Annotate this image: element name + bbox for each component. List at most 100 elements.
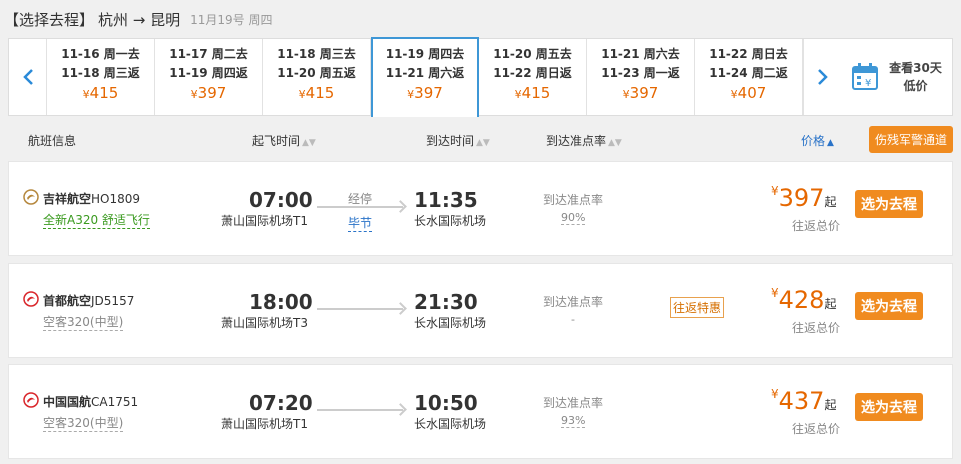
date-price: ¥415 xyxy=(479,83,586,105)
airline-label: 中国国航 xyxy=(43,395,92,409)
step-title: 【选择去程】 xyxy=(4,10,95,29)
date-cells: 11-16 周一去 11-18 周三返 ¥415 11-17 周二去 11-19 周四返… xyxy=(47,37,803,117)
round-trip-deal-badge: 往返特惠 xyxy=(670,297,725,318)
punctuality-value[interactable]: 93% xyxy=(561,414,586,428)
go-date: 11-16 周一去 xyxy=(61,47,140,61)
go-date: 11-21 周六去 xyxy=(601,47,680,61)
low-price-line1: 查看30天 xyxy=(889,61,942,75)
column-header: 航班信息 起飞时间 ▲▼ 到达时间 ▲▼ 到达准点率 ▲▼ 价格 ▲ 伤残军警通道 xyxy=(8,124,953,156)
flight-row: 首都航空JD5157 空客320(中型) 18:00 萧山国际机场T3 21:30 长水国… xyxy=(8,263,953,358)
select-outbound-button[interactable]: 选为去程 xyxy=(855,292,923,320)
date-cell[interactable]: 11-16 周一去 11-18 周三返 ¥415 xyxy=(47,39,155,115)
airline-label: 吉祥航空 xyxy=(43,192,92,206)
select-outbound-button[interactable]: 选为去程 xyxy=(855,190,923,218)
round-trip-total-label: 往返总价 xyxy=(792,321,841,335)
price-value: 428 xyxy=(778,286,825,314)
airline-name: 首都航空JD5157 xyxy=(43,292,134,309)
airline-logo-icon xyxy=(23,291,39,307)
stopover-city[interactable]: 毕节 xyxy=(348,214,373,232)
sort-icon: ▲▼ xyxy=(608,137,622,148)
return-date: 11-22 周日返 xyxy=(493,66,572,80)
price-from-label: 起 xyxy=(824,297,837,311)
date-cell[interactable]: 11-21 周六去 11-23 周一返 ¥397 xyxy=(587,39,695,115)
header-dep-time[interactable]: 起飞时间 ▲▼ xyxy=(252,132,316,149)
date-price: ¥397 xyxy=(155,83,262,105)
return-date: 11-21 周六返 xyxy=(385,66,465,80)
route-arrow xyxy=(317,308,403,310)
currency-symbol: ¥ xyxy=(771,286,779,300)
departure-airport: 萧山国际机场T3 xyxy=(221,316,308,330)
header-punctuality[interactable]: 到达准点率 ▲▼ xyxy=(546,132,622,149)
round-trip-total-label: 往返总价 xyxy=(792,219,841,233)
arrival-time: 11:35 xyxy=(414,188,478,212)
view-30-day-low-price[interactable]: ¥ 查看30天 低价 xyxy=(841,39,952,115)
date-price: ¥397 xyxy=(373,83,477,105)
police-channel-button[interactable]: 伤残军警通道 xyxy=(869,126,953,153)
arrival-airport: 长水国际机场 xyxy=(414,214,487,228)
price-value: 397 xyxy=(778,184,825,212)
currency-symbol: ¥ xyxy=(514,88,522,101)
route-title: 杭州 → 昆明 xyxy=(98,10,181,29)
route-arrow xyxy=(317,409,403,411)
currency-symbol: ¥ xyxy=(622,88,630,101)
flight-price: ¥437起 xyxy=(771,387,836,415)
header-flight-info: 航班信息 xyxy=(28,133,77,148)
go-date: 11-22 周日去 xyxy=(709,47,788,61)
date-cell[interactable]: 11-22 周日去 11-24 周二返 ¥407 xyxy=(695,39,803,115)
low-price-label: 查看30天 低价 xyxy=(889,59,942,95)
aircraft-type[interactable]: 全新A320 舒适飞行 xyxy=(43,211,150,229)
flight-price: ¥397起 xyxy=(771,184,836,212)
arrival-airport: 长水国际机场 xyxy=(414,417,487,431)
price-from-label: 起 xyxy=(824,398,837,412)
aircraft-type[interactable]: 空客320(中型) xyxy=(43,414,124,432)
select-outbound-button[interactable]: 选为去程 xyxy=(855,393,923,421)
date-price: ¥415 xyxy=(47,83,154,105)
airline-logo-icon xyxy=(23,189,39,205)
round-trip-total-label: 往返总价 xyxy=(792,422,841,436)
header-price-label: 价格 xyxy=(801,133,826,148)
prev-dates-button[interactable] xyxy=(9,39,47,115)
price-value: 407 xyxy=(737,84,767,102)
header-arr-label: 到达时间 xyxy=(426,133,475,148)
punctuality-label: 到达准点率 xyxy=(543,193,604,207)
go-date: 11-19 周四去 xyxy=(385,47,465,61)
flight-row: 吉祥航空HO1809 全新A320 舒适飞行 07:00 萧山国际机场T1 经停 毕节 11… xyxy=(8,161,953,256)
price-value: 397 xyxy=(629,84,659,102)
aircraft-type[interactable]: 空客320(中型) xyxy=(43,313,124,331)
price-value: 397 xyxy=(197,84,227,102)
currency-symbol: ¥ xyxy=(82,88,90,101)
return-date: 11-18 周三返 xyxy=(61,66,140,80)
header-price[interactable]: 价格 ▲ xyxy=(801,132,834,149)
price-value: 415 xyxy=(521,84,551,102)
chevron-right-icon xyxy=(817,69,828,85)
date-cell[interactable]: 11-20 周五去 11-22 周日返 ¥415 xyxy=(479,39,587,115)
airline-logo-icon xyxy=(23,392,39,408)
currency-symbol: ¥ xyxy=(771,387,779,401)
departure-date: 11月19号 周四 xyxy=(190,12,273,27)
flight-row: 中国国航CA1751 空客320(中型) 07:20 萧山国际机场T1 10:50 长水国… xyxy=(8,364,953,459)
date-cell[interactable]: 11-17 周二去 11-19 周四返 ¥397 xyxy=(155,39,263,115)
date-price: ¥397 xyxy=(587,83,694,105)
header-dep-label: 起飞时间 xyxy=(252,133,301,148)
header-arr-time[interactable]: 到达时间 ▲▼ xyxy=(426,132,490,149)
punctuality-label: 到达准点率 xyxy=(543,396,604,410)
departure-time: 07:20 xyxy=(249,391,313,415)
flight-number: HO1809 xyxy=(91,192,141,206)
departure-airport: 萧山国际机场T1 xyxy=(221,214,308,228)
chevron-left-icon xyxy=(22,69,33,85)
price-from-label: 起 xyxy=(824,195,837,209)
punctuality-value: - xyxy=(571,313,575,326)
next-dates-button[interactable] xyxy=(803,39,841,115)
date-cell[interactable]: 11-18 周三去 11-20 周五返 ¥415 xyxy=(263,39,371,115)
header-punct-label: 到达准点率 xyxy=(546,133,607,148)
calendar-icon: ¥ xyxy=(852,63,879,90)
date-cell[interactable]: 11-19 周四去 11-21 周六返 ¥397 xyxy=(371,37,479,117)
price-value: 415 xyxy=(89,84,119,102)
flight-number: CA1751 xyxy=(91,395,139,409)
sort-icon: ▲▼ xyxy=(302,137,316,148)
punctuality-value[interactable]: 90% xyxy=(561,211,586,225)
low-price-line2: 低价 xyxy=(903,79,928,93)
departure-airport: 萧山国际机场T1 xyxy=(221,417,308,431)
title-bar: 【选择去程】 杭州 → 昆明 11月19号 周四 xyxy=(0,0,961,38)
airline-label: 首都航空 xyxy=(43,294,92,308)
